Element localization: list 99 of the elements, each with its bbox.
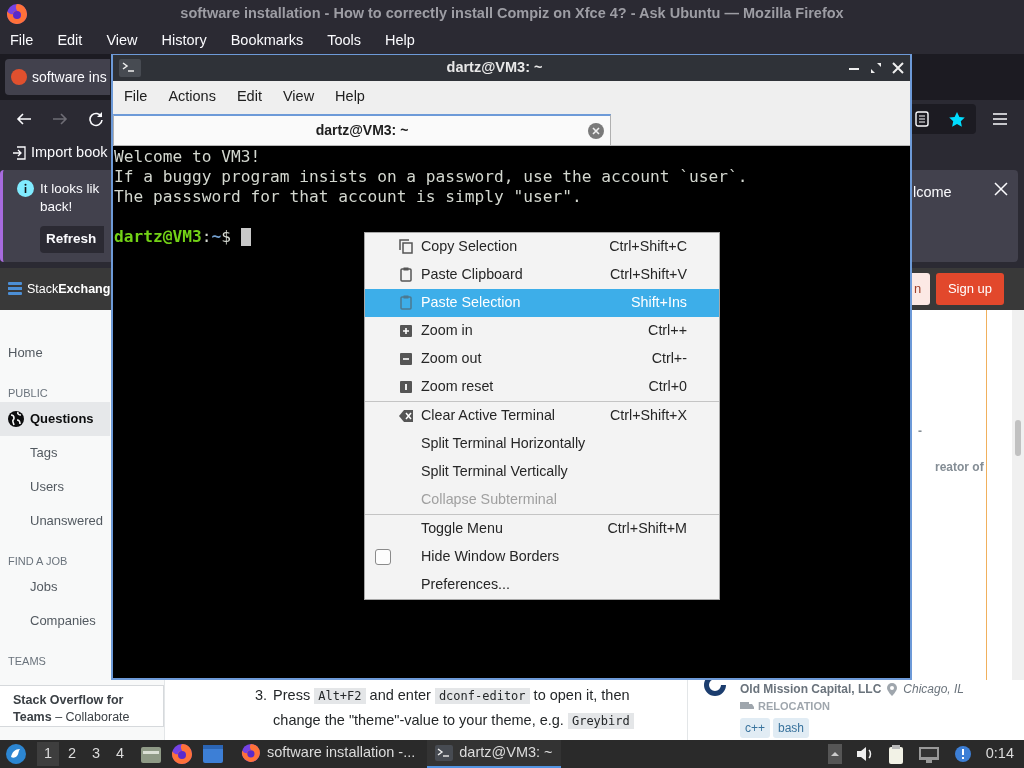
menu-item[interactable]: Help bbox=[375, 30, 425, 52]
bookmark-item[interactable]: Import book bbox=[12, 142, 108, 164]
taskbar-window-button[interactable]: software installation -... bbox=[233, 740, 424, 768]
zoom-in-icon bbox=[399, 323, 413, 339]
close-icon[interactable] bbox=[892, 62, 904, 74]
zoom-out-icon bbox=[399, 351, 413, 367]
clipboard-icon[interactable] bbox=[887, 744, 904, 764]
section-heading: TEAMS bbox=[7, 653, 47, 669]
folder-icon[interactable] bbox=[141, 745, 161, 763]
volume-icon[interactable] bbox=[855, 746, 874, 762]
menu-item[interactable]: Bookmarks bbox=[220, 30, 314, 52]
signup-button[interactable]: Sign up bbox=[935, 273, 1004, 305]
taskbar-window-button[interactable]: dartz@VM3: ~ bbox=[427, 740, 561, 768]
zoom-reset-icon bbox=[399, 379, 413, 395]
menu-item[interactable]: View bbox=[96, 30, 148, 52]
section-heading: FIND A JOB bbox=[7, 553, 69, 569]
tag[interactable]: c++ bbox=[740, 717, 770, 738]
terminal-icon bbox=[435, 745, 454, 761]
star-icon[interactable] bbox=[948, 110, 967, 128]
menu-item[interactable]: View bbox=[274, 86, 323, 108]
terminal-icon bbox=[119, 59, 141, 77]
site-logo[interactable]: StackExchang bbox=[27, 279, 111, 299]
menu-item[interactable]: Paste Clipboard Ctrl+Shift+V bbox=[365, 261, 719, 289]
menu-item[interactable]: Toggle Menu Ctrl+Shift+M bbox=[365, 515, 719, 543]
back-icon[interactable] bbox=[16, 111, 32, 127]
sidebar-item[interactable]: Unanswered bbox=[0, 504, 110, 538]
terminal-line: Welcome to VM3! bbox=[114, 147, 262, 167]
notification-text: It looks lik back! bbox=[40, 180, 101, 216]
terminal-prompt: dartz@VM3:~$ bbox=[114, 227, 231, 247]
notification-text: lcome bbox=[913, 183, 952, 202]
sidebar-item[interactable]: Jobs bbox=[0, 570, 110, 604]
site-icon bbox=[11, 69, 27, 85]
clipboard-icon bbox=[399, 295, 413, 311]
refresh-button[interactable]: Refresh bbox=[40, 226, 104, 253]
sidebar-item[interactable]: Companies bbox=[0, 604, 110, 638]
clear-icon bbox=[399, 408, 413, 424]
menu-item[interactable]: Edit bbox=[228, 86, 270, 108]
job-location: Chicago, IL bbox=[903, 681, 965, 698]
section-heading: PUBLIC bbox=[7, 385, 49, 401]
browser-icon bbox=[6, 3, 28, 25]
menu-item[interactable]: Zoom in Ctrl++ bbox=[365, 317, 719, 345]
list-number: 3. bbox=[255, 686, 268, 705]
globe-icon bbox=[8, 411, 24, 427]
menu-item[interactable]: Clear Active Terminal Ctrl+Shift+X bbox=[365, 402, 719, 430]
network-icon[interactable] bbox=[917, 745, 940, 763]
scrollbar[interactable] bbox=[1012, 310, 1024, 680]
notification-icon[interactable] bbox=[953, 745, 972, 763]
workspace-button[interactable]: 4 bbox=[109, 742, 131, 766]
menu-item[interactable]: Zoom reset Ctrl+0 bbox=[365, 373, 719, 401]
reload-icon[interactable] bbox=[88, 111, 104, 127]
sidebar-item[interactable]: Users bbox=[0, 470, 110, 504]
stack-logo-icon bbox=[8, 281, 22, 297]
reader-view-icon[interactable] bbox=[914, 111, 929, 127]
menu-item[interactable]: File bbox=[0, 30, 44, 52]
answer-text: Press Alt+F2 and enter dconf-editor to open it, then change the "theme"-value to your theme, e.g. Greybird bbox=[273, 683, 659, 740]
menu-item[interactable]: Tools bbox=[317, 30, 372, 52]
menu-item[interactable]: Help bbox=[327, 86, 373, 108]
clock[interactable]: 0:14 bbox=[985, 743, 1014, 765]
tag[interactable]: bash bbox=[773, 717, 810, 738]
side-text: reator of bbox=[935, 459, 985, 476]
company-name[interactable]: Old Mission Capital, LLC bbox=[740, 680, 882, 698]
side-text: - bbox=[918, 423, 923, 440]
sidebar-item[interactable]: Tags bbox=[0, 436, 110, 470]
job-perk: RELOCATION bbox=[758, 699, 830, 714]
menu-item[interactable]: Preferences... bbox=[365, 571, 719, 599]
tray-expand-icon[interactable] bbox=[827, 744, 842, 764]
info-icon bbox=[17, 180, 34, 197]
import-icon bbox=[12, 146, 26, 160]
checkbox[interactable] bbox=[375, 549, 391, 565]
menu-item[interactable]: Split Terminal Horizontally bbox=[365, 430, 719, 458]
window-title: dartz@VM3: ~ bbox=[445, 58, 544, 78]
clipboard-icon bbox=[399, 267, 413, 283]
maximize-icon[interactable] bbox=[870, 62, 882, 74]
browser-tab[interactable]: software ins bbox=[5, 59, 110, 95]
workspace-button[interactable]: 1 bbox=[37, 742, 59, 766]
window-title: software installation - How to correctly install Compiz on Xfce 4? - Ask Ubuntu — Mozilla Firefox bbox=[179, 4, 845, 24]
terminal-line: If a buggy program insists on a password, use the account `user`. bbox=[114, 167, 749, 187]
terminal-tab[interactable]: dartz@VM3: ~ bbox=[113, 114, 611, 145]
menu-item[interactable]: Actions bbox=[160, 86, 224, 108]
menu-item[interactable]: File bbox=[116, 86, 156, 108]
menu-item[interactable]: Hide Window Borders bbox=[365, 543, 719, 571]
truck-icon bbox=[740, 701, 754, 712]
workspace-button[interactable]: 3 bbox=[85, 742, 107, 766]
pin-icon bbox=[887, 682, 898, 696]
workspace-button[interactable]: 2 bbox=[61, 742, 83, 766]
menu-item[interactable]: Copy Selection Ctrl+Shift+C bbox=[365, 233, 719, 261]
teams-promo: Stack Overflow for Teams – Collaborate bbox=[0, 685, 164, 727]
menu-item[interactable]: Edit bbox=[47, 30, 93, 52]
terminal-line: The passsword for that account is simply "user". bbox=[114, 187, 583, 207]
menu-item[interactable]: History bbox=[151, 30, 217, 52]
browser-icon[interactable] bbox=[171, 743, 193, 765]
sidebar-item[interactable]: Home bbox=[0, 336, 110, 370]
menu-item[interactable]: Zoom out Ctrl+- bbox=[365, 345, 719, 373]
menu-item[interactable]: Split Terminal Vertically bbox=[365, 458, 719, 486]
start-menu-icon[interactable] bbox=[5, 743, 27, 765]
menu-icon[interactable] bbox=[992, 112, 1008, 126]
text-cursor bbox=[240, 228, 251, 246]
browser-icon bbox=[241, 743, 261, 763]
copy-icon bbox=[399, 239, 413, 255]
